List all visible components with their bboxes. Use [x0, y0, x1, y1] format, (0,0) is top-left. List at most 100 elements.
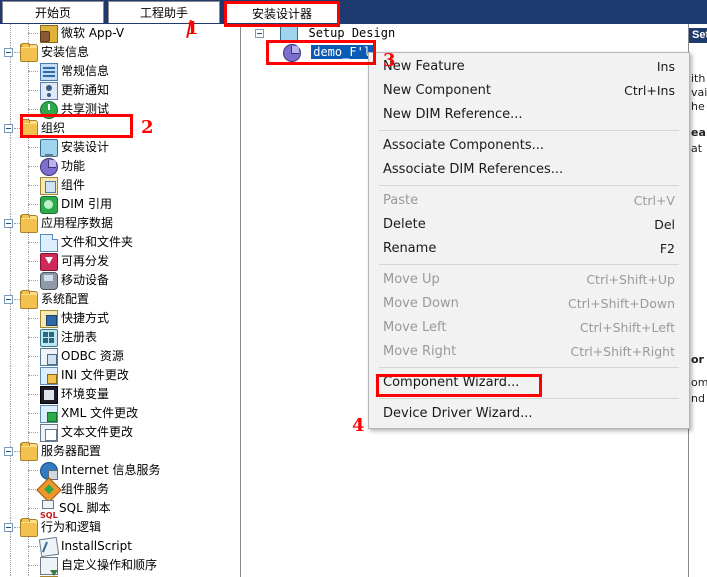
tab-project-assistant[interactable]: 工程助手 [108, 1, 220, 23]
environment-variable-icon [40, 385, 58, 404]
tree-item-15[interactable]: 快捷方式 [0, 309, 240, 328]
menu-item-component-wizard[interactable]: Component Wizard... [369, 371, 689, 395]
appv-box-icon [40, 24, 58, 43]
tree-item-25[interactable]: SQL 脚本 [0, 499, 240, 525]
tree-item-label: 自定义操作和顺序 [61, 558, 158, 572]
tree-item-label: DIM 引用 [61, 197, 112, 211]
tree-item-17[interactable]: ODBC 资源 [0, 347, 240, 366]
folder-icon [20, 42, 38, 62]
tree-item-8[interactable]: 组件 [0, 176, 240, 195]
tree-item-7[interactable]: 功能 [0, 157, 240, 176]
help-text-line: nd [691, 392, 705, 405]
tab-installation-designer[interactable]: 安装设计器 [226, 1, 338, 23]
tree-item-label: 安装设计 [61, 140, 110, 154]
menu-item-new-component[interactable]: New Component Ctrl+Ins [369, 79, 689, 103]
help-text-line: at [691, 142, 703, 155]
tree-item-label: ODBC 资源 [61, 349, 124, 363]
expand-collapse-icon[interactable] [4, 295, 13, 304]
menu-item-new-dim-reference[interactable]: New DIM Reference... [369, 103, 689, 127]
menu-item-new-feature[interactable]: New Feature Ins [369, 55, 689, 79]
tree-item-14[interactable]: 系统配置 [0, 289, 240, 309]
general-info-icon [40, 62, 58, 81]
tree-item-label: 组件 [61, 178, 86, 192]
tree-item-13[interactable]: 移动设备 [0, 271, 240, 290]
tree-item-20[interactable]: XML 文件更改 [0, 404, 240, 423]
menu-item-accelerator: Ctrl+Shift+Up [586, 272, 675, 287]
menu-item-rename[interactable]: Rename F2 [369, 237, 689, 261]
tree-item-26[interactable]: 行为和逻辑 [0, 517, 240, 537]
expand-collapse-icon[interactable] [4, 124, 13, 133]
expand-collapse-icon[interactable] [4, 447, 13, 456]
tree-item-label: 行为和逻辑 [41, 520, 102, 534]
tree-item-label: SQL 脚本 [59, 501, 111, 515]
tree-item-11[interactable]: 文件和文件夹 [0, 233, 240, 252]
tree-item-21[interactable]: 文本文件更改 [0, 423, 240, 442]
menu-item-accelerator: Ins [656, 59, 675, 74]
folder-icon [20, 289, 38, 309]
tree-item-4[interactable]: 共享测试 [0, 100, 240, 119]
tree-item-0[interactable]: 微软 App-V [0, 24, 240, 43]
shortcut-icon [40, 309, 58, 328]
tree-node-setup-design[interactable]: Setup Design [241, 24, 688, 43]
help-text-line: ea [691, 126, 706, 139]
tree-item-3[interactable]: 更新通知 [0, 81, 240, 100]
setup-design-tree-lower-area [241, 404, 689, 577]
tree-item-28[interactable]: 自定义操作和顺序 [0, 556, 240, 576]
expand-collapse-icon[interactable] [4, 219, 13, 228]
left-tree-panel[interactable]: 微软 App-V 安装信息常规信息更新通知共享测试组织安装设计功能组件 DIM 引用… [0, 24, 241, 577]
menu-item-device-driver-wizard[interactable]: Device Driver Wizard... [369, 402, 689, 426]
tree-item-22[interactable]: 服务器配置 [0, 441, 240, 461]
expand-collapse-icon[interactable] [4, 523, 13, 532]
tree-item-9[interactable]: DIM 引用 [0, 195, 240, 214]
menu-item-label: Associate Components... [383, 138, 544, 153]
tree-item-23[interactable]: Internet 信息服务 [0, 461, 240, 480]
menu-item-label: Move Right [383, 344, 457, 359]
tree-item-19[interactable]: 环境变量 [0, 385, 240, 404]
tree-item-label: 组织 [41, 121, 66, 135]
registry-icon [40, 328, 58, 347]
help-text-line: or [691, 353, 704, 366]
custom-action-icon [40, 556, 58, 576]
tree-item-10[interactable]: 应用程序数据 [0, 213, 240, 233]
menu-item-move-up: Move Up Ctrl+Shift+Up [369, 268, 689, 292]
menu-item-label: Paste [383, 193, 419, 208]
tree-item-27[interactable]: InstallScript [0, 536, 240, 557]
help-text-line: ith [691, 72, 706, 85]
tree-item-label: Internet 信息服务 [61, 463, 161, 477]
menu-item-associate-dim-references[interactable]: Associate DIM References... [369, 158, 689, 182]
tree-item-24[interactable]: 组件服务 [0, 476, 240, 503]
tab-strip: 开始页 工程助手 安装设计器 [0, 0, 707, 24]
share-test-icon [40, 100, 58, 119]
text-file-icon [40, 423, 58, 442]
menu-separator [379, 130, 679, 131]
tree-item-label: 组件服务 [61, 482, 110, 496]
tree-item-label: 安装信息 [41, 45, 90, 59]
feature-icon [40, 157, 58, 176]
expand-collapse-icon[interactable] [255, 29, 264, 38]
tab-start-page[interactable]: 开始页 [2, 1, 104, 23]
tree-item-label: 文本文件更改 [61, 425, 134, 439]
ini-file-icon [40, 366, 58, 385]
xml-file-icon [40, 404, 58, 423]
setup-design-icon [280, 24, 299, 43]
tree-item-label: 常规信息 [61, 64, 110, 78]
tree-item-18[interactable]: INI 文件更改 [0, 366, 240, 385]
menu-item-delete[interactable]: Delete Del [369, 213, 689, 237]
tree-item-5[interactable]: 组织 [0, 118, 240, 138]
tree-item-label: 共享测试 [61, 102, 110, 116]
feature-pie-icon [283, 43, 301, 62]
expand-collapse-icon[interactable] [4, 48, 13, 57]
menu-item-accelerator: Ctrl+V [633, 193, 675, 208]
context-menu[interactable]: New Feature Ins New Component Ctrl+Ins New D… [368, 52, 690, 429]
tree-item-16[interactable]: 注册表 [0, 328, 240, 347]
tree-item-12[interactable]: 可再分发 [0, 252, 240, 271]
tree-item-2[interactable]: 常规信息 [0, 62, 240, 81]
tree-item-6[interactable]: 安装设计 [0, 138, 240, 157]
tree-item-label: 服务器配置 [41, 444, 102, 458]
tab-label: 开始页 [34, 6, 71, 20]
folder-icon [20, 441, 38, 461]
help-text-line: om [691, 376, 707, 389]
menu-item-associate-components[interactable]: Associate Components... [369, 134, 689, 158]
folder-icon [20, 213, 38, 233]
tree-item-1[interactable]: 安装信息 [0, 42, 240, 62]
